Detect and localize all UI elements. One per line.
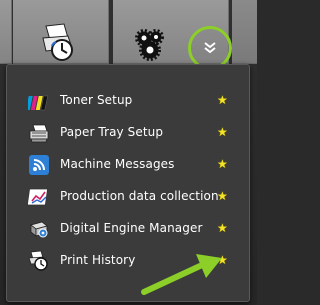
chevron-double-down-icon xyxy=(204,42,216,54)
menu-item-machine-messages[interactable]: Machine Messages ★ xyxy=(7,149,249,179)
favorite-star-icon[interactable]: ★ xyxy=(217,157,228,171)
digital-engine-icon xyxy=(30,221,48,238)
toner-icon xyxy=(28,95,49,111)
menu-item-production-data-collection[interactable]: Production data collection ★ xyxy=(7,181,249,211)
favorite-star-icon[interactable]: ★ xyxy=(217,125,228,139)
menu-item-label: Print History xyxy=(60,253,136,267)
print-history-icon[interactable] xyxy=(38,22,80,64)
menu-item-label: Machine Messages xyxy=(60,157,175,171)
favorite-star-icon[interactable]: ★ xyxy=(217,221,228,235)
annotation-arrow-icon xyxy=(141,254,222,295)
gears-icon[interactable] xyxy=(134,28,178,62)
production-data-icon xyxy=(28,188,49,206)
app-screen: Toner Setup ★ Paper Tray Setup ★ Machine… xyxy=(0,0,257,305)
menu-item-label: Production data collection xyxy=(60,189,219,203)
machine-messages-icon xyxy=(29,155,49,175)
menu-item-label: Paper Tray Setup xyxy=(60,125,164,139)
favorite-star-icon[interactable]: ★ xyxy=(217,93,228,107)
toolbar-tile[interactable] xyxy=(0,0,12,64)
menu-item-toner-setup[interactable]: Toner Setup ★ xyxy=(7,85,249,115)
print-history-icon xyxy=(28,250,48,271)
favorite-star-icon[interactable]: ★ xyxy=(217,189,228,203)
toolbar-tile[interactable] xyxy=(232,0,257,64)
menu-item-paper-tray-setup[interactable]: Paper Tray Setup ★ xyxy=(7,117,249,147)
paper-tray-icon xyxy=(29,124,49,143)
menu-item-label: Digital Engine Manager xyxy=(60,221,203,235)
menu-item-digital-engine-manager[interactable]: Digital Engine Manager ★ xyxy=(7,213,249,243)
menu-item-label: Toner Setup xyxy=(60,93,133,107)
